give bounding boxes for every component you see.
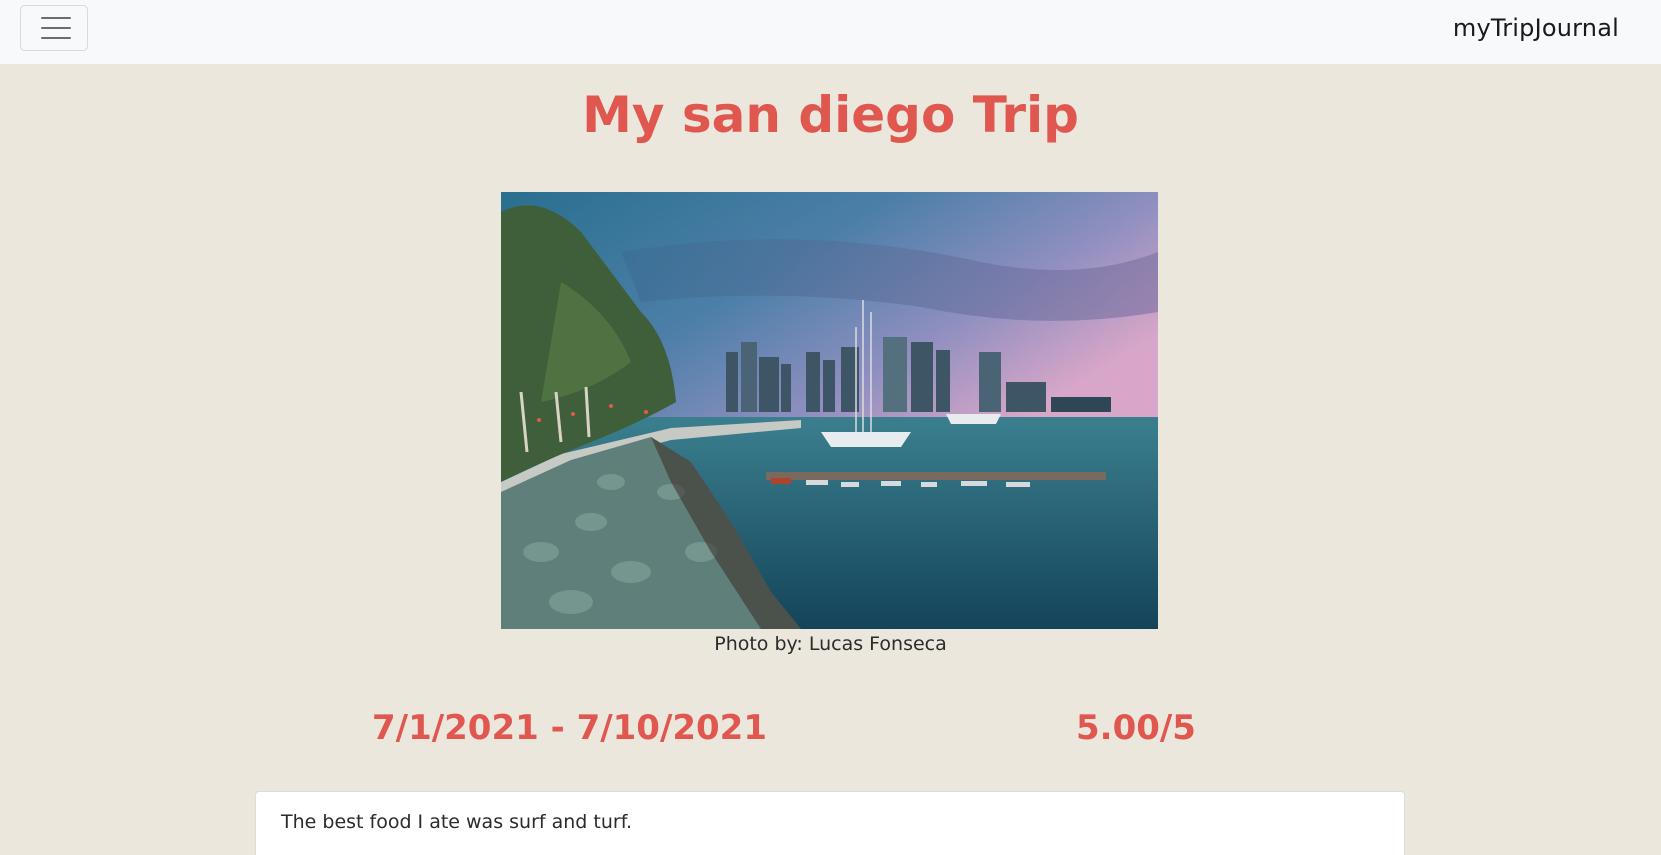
trip-dates: 7/1/2021 - 7/10/2021 bbox=[372, 708, 768, 748]
photo-caption: Photo by: Lucas Fonseca bbox=[714, 633, 947, 655]
page-title: My san diego Trip bbox=[582, 86, 1079, 144]
note-text: The best food I ate was surf and turf. bbox=[281, 811, 633, 833]
navbar-toggle-button[interactable] bbox=[20, 5, 88, 51]
brand-link[interactable]: myTripJournal bbox=[1453, 14, 1619, 42]
trip-photo bbox=[501, 192, 1158, 629]
note-card: The best food I ate was surf and turf. bbox=[255, 791, 1405, 855]
navbar: myTripJournal bbox=[0, 0, 1661, 64]
trip-rating: 5.00/5 bbox=[1076, 708, 1196, 748]
hamburger-menu-icon bbox=[41, 17, 71, 39]
